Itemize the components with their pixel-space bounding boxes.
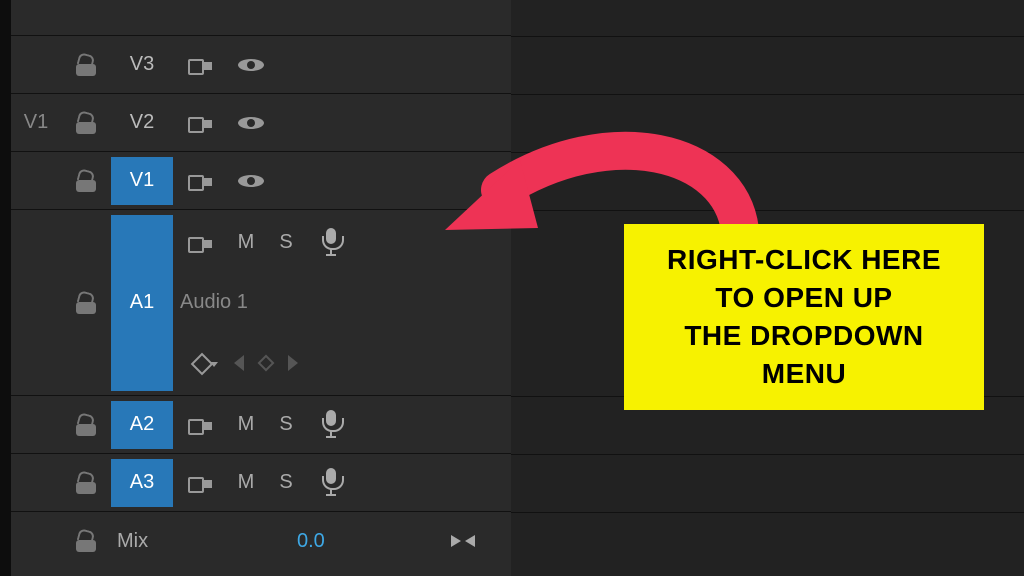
- mic-icon[interactable]: [320, 228, 342, 258]
- track-target-a3[interactable]: A3: [111, 459, 173, 507]
- track-row-v3[interactable]: V3: [11, 36, 511, 94]
- lock-icon[interactable]: [73, 528, 99, 554]
- sync-lock-icon[interactable]: [186, 111, 216, 135]
- track-row-v1[interactable]: V1: [11, 152, 511, 210]
- track-target-v2[interactable]: V2: [111, 99, 173, 147]
- track-row-a3[interactable]: A3 M S: [11, 454, 511, 512]
- track-header-panel: V3 V1 V2 V1 A1 M S Audio 1: [11, 0, 511, 576]
- track-row-v2[interactable]: V1 V2: [11, 94, 511, 152]
- track-row-a1[interactable]: A1 M S Audio 1: [11, 210, 511, 396]
- mic-icon[interactable]: [320, 410, 342, 440]
- lock-icon[interactable]: [73, 470, 99, 496]
- track-row-a2[interactable]: A2 M S: [11, 396, 511, 454]
- eye-icon[interactable]: [238, 110, 264, 136]
- lock-icon[interactable]: [73, 110, 99, 136]
- source-v1-label[interactable]: V1: [24, 111, 48, 134]
- sync-lock-icon[interactable]: [186, 231, 216, 255]
- add-keyframe-icon[interactable]: [258, 354, 275, 371]
- sync-lock-icon[interactable]: [186, 413, 216, 437]
- mute-button[interactable]: M: [226, 413, 266, 436]
- keyframe-menu-icon[interactable]: [192, 354, 210, 372]
- lock-icon[interactable]: [73, 168, 99, 194]
- sync-lock-icon[interactable]: [186, 169, 216, 193]
- track-target-v1[interactable]: V1: [111, 157, 173, 205]
- callout-line: THE DROPDOWN: [667, 317, 941, 355]
- solo-button[interactable]: S: [266, 231, 306, 254]
- header-spacer: [11, 0, 511, 36]
- mute-button[interactable]: M: [226, 471, 266, 494]
- track-target-a1[interactable]: A1: [111, 215, 173, 391]
- track-target-v3[interactable]: V3: [111, 41, 173, 89]
- next-keyframe-icon[interactable]: [288, 355, 298, 371]
- solo-button[interactable]: S: [266, 471, 306, 494]
- mic-icon[interactable]: [320, 468, 342, 498]
- mute-button[interactable]: M: [226, 231, 266, 254]
- eye-icon[interactable]: [238, 168, 264, 194]
- lock-icon[interactable]: [73, 412, 99, 438]
- mix-label: Mix: [117, 530, 148, 553]
- callout-line: MENU: [667, 355, 941, 393]
- track-row-mix[interactable]: Mix 0.0: [11, 512, 511, 570]
- instruction-callout: RIGHT-CLICK HERE TO OPEN UP THE DROPDOWN…: [624, 224, 984, 410]
- eye-icon[interactable]: [238, 52, 264, 78]
- track-name-label[interactable]: Audio 1: [180, 291, 248, 314]
- lock-icon[interactable]: [73, 290, 99, 316]
- sync-lock-icon[interactable]: [186, 471, 216, 495]
- pan-icon[interactable]: [449, 531, 477, 551]
- prev-keyframe-icon[interactable]: [234, 355, 244, 371]
- callout-line: TO OPEN UP: [667, 279, 941, 317]
- callout-line: RIGHT-CLICK HERE: [667, 241, 941, 279]
- sync-lock-icon[interactable]: [186, 53, 216, 77]
- solo-button[interactable]: S: [266, 413, 306, 436]
- lock-icon[interactable]: [73, 52, 99, 78]
- track-target-a2[interactable]: A2: [111, 401, 173, 449]
- mix-value[interactable]: 0.0: [297, 530, 325, 553]
